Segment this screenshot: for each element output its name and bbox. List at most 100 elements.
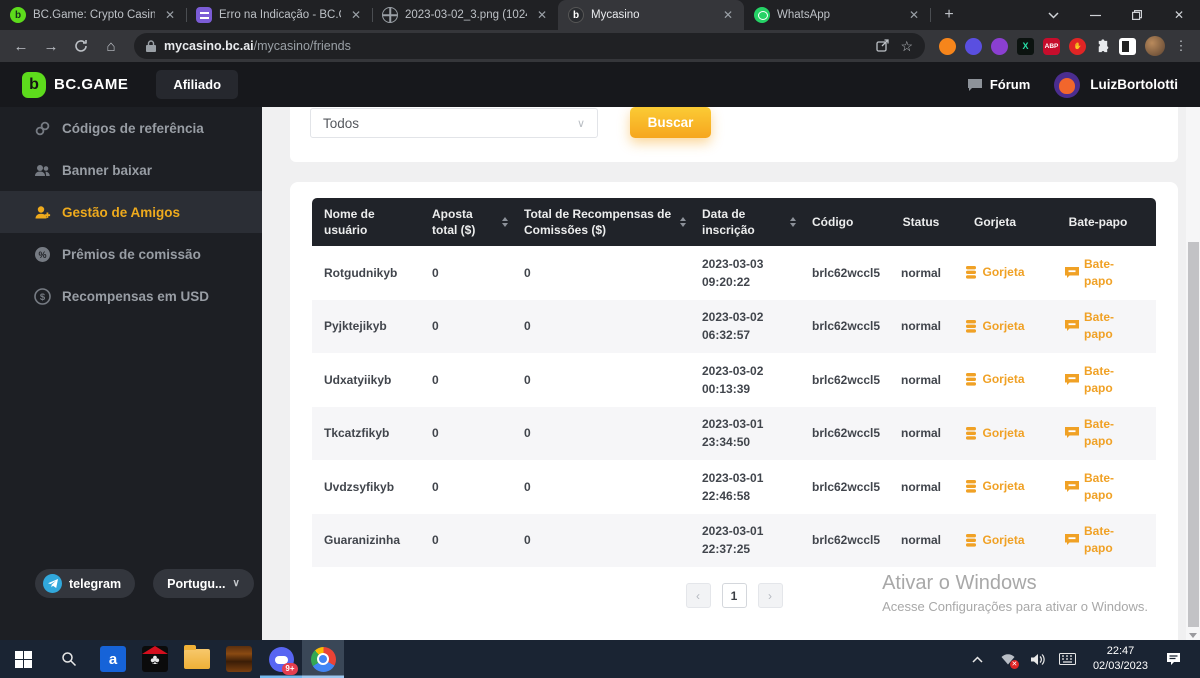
taskbar-file-explorer[interactable] [176,640,218,678]
time: 23:34:50 [702,435,750,449]
taskbar-chrome-app[interactable] [302,640,344,678]
col-bet-total[interactable]: Aposta total ($) [420,198,512,246]
col-signup-date[interactable]: Data de inscrição [690,198,800,246]
bookmark-star-icon[interactable]: ☆ [900,38,913,55]
minimize-button[interactable] [1074,0,1116,30]
tab-close-icon[interactable]: ✕ [720,7,736,23]
tab-image[interactable]: 2023-03-02_3.png (1024×76 ✕ [372,0,558,30]
phantom-wallet-icon[interactable] [965,38,982,55]
chat-link[interactable]: Bate-papo [1065,470,1131,504]
taskbar-wood-game-app[interactable] [218,640,260,678]
chat-link[interactable]: Bate-papo [1065,416,1131,450]
home-icon[interactable]: ⌂ [98,33,124,59]
tab-title: 2023-03-02_3.png (1024×76 [405,9,527,21]
keyboard-icon[interactable] [1055,640,1081,678]
profile-avatar[interactable] [1145,36,1165,56]
site-header: BC.GAME Afiliado Fórum LuizBortolotti [0,62,1200,107]
taskbar-amd-app[interactable]: a [92,640,134,678]
chat-link[interactable]: Bate-papo [1065,309,1131,343]
cell-date: 2023-03-0122:46:58 [690,469,800,505]
col-chat: Bate-papo [1040,198,1156,246]
tab-close-icon[interactable]: ✕ [534,7,550,23]
sidebar-item-banner-baixar[interactable]: Banner baixar [0,149,262,191]
network-error-icon[interactable]: ✕ [995,640,1021,678]
stop-hand-extension-icon[interactable]: ✋ [1069,38,1086,55]
sidebar-item-premios-comissao[interactable]: % Prêmios de comissão [0,233,262,275]
metamask-icon[interactable] [939,38,956,55]
taskbar-search-button[interactable] [46,640,92,678]
current-page[interactable]: 1 [722,583,747,608]
forum-chat-icon [967,78,983,92]
tip-link[interactable]: Gorjeta [965,532,1024,549]
tab-mycasino-active[interactable]: b Mycasino ✕ [558,0,744,30]
back-icon[interactable]: ← [8,33,34,59]
taskbar-clock[interactable]: 22:47 02/03/2023 [1085,644,1156,674]
tip-label: Gorjeta [982,318,1024,335]
tip-link[interactable]: Gorjeta [965,264,1024,281]
tip-link[interactable]: Gorjeta [965,425,1024,442]
telegram-button[interactable]: telegram [35,569,135,598]
wood-game-icon [226,646,252,672]
action-center-icon[interactable] [1160,640,1186,678]
user-name[interactable]: LuizBortolotti [1090,77,1178,92]
users-icon [34,162,51,179]
table-row: Udxatyiikyb 0 0 2023-03-0200:13:39 brlc6… [312,353,1156,407]
tab-close-icon[interactable]: ✕ [348,7,364,23]
date: 2023-03-03 [702,257,763,271]
language-selector[interactable]: Portugu... ∨ [153,569,254,598]
user-avatar[interactable] [1054,72,1080,98]
next-page-button[interactable]: › [758,583,783,608]
sidebar-extension-icon[interactable] [1119,38,1136,55]
chat-link[interactable]: Bate-papo [1065,256,1131,290]
clock-date: 02/03/2023 [1093,659,1148,674]
taskbar-club-game-app[interactable]: ♣ [134,640,176,678]
x-extension-icon[interactable]: X [1017,38,1034,55]
tab-whatsapp[interactable]: WhatsApp ✕ [744,0,930,30]
sidebar-item-codigos-referencia[interactable]: Códigos de referência [0,107,262,149]
search-button[interactable]: Buscar [630,107,711,138]
bcgame-logo[interactable]: BC.GAME [22,72,128,98]
menu-kebab-icon[interactable]: ⋮ [1174,38,1188,54]
volume-icon[interactable] [1025,640,1051,678]
extensions-bar: X ABP ✋ ⋮ [935,36,1192,56]
scrollbar-down-arrow[interactable] [1189,633,1197,638]
extensions-puzzle-icon[interactable] [1095,39,1110,54]
tab-close-icon[interactable]: ✕ [162,7,178,23]
sort-icon[interactable] [790,217,796,227]
page-scrollbar[interactable] [1186,107,1200,640]
tab-erro-indicacao[interactable]: Erro na Indicação - BC.Game ✕ [186,0,372,30]
chat-link[interactable]: Bate-papo [1065,523,1131,557]
new-tab-button[interactable]: + [936,2,962,28]
start-button[interactable] [0,640,46,678]
tip-link[interactable]: Gorjeta [965,371,1024,388]
cell-username: Guaranizinha [312,531,420,549]
sidebar-item-gestao-de-amigos[interactable]: Gestão de Amigos [0,191,262,233]
share-icon[interactable] [876,38,890,52]
table-row: Rotgudnikyb 0 0 2023-03-0309:20:22 brlc6… [312,246,1156,300]
scrollbar-thumb[interactable] [1188,242,1199,627]
sidebar-item-recompensas-usd[interactable]: $ Recompensas em USD [0,275,262,317]
prev-page-button[interactable]: ‹ [686,583,711,608]
taskbar-discord-app[interactable]: 9+ [260,640,302,678]
reload-icon[interactable] [68,33,94,59]
tip-link[interactable]: Gorjeta [965,318,1024,335]
col-commission-total[interactable]: Total de Recompensas de Comissões ($) [512,198,690,246]
tray-expand-chevron-icon[interactable] [965,640,991,678]
adblock-plus-icon[interactable]: ABP [1043,38,1060,55]
cell-status: normal [892,371,950,389]
restore-button[interactable] [1116,0,1158,30]
close-window-button[interactable]: ✕ [1158,0,1200,30]
filter-select[interactable]: Todos ∨ [310,108,598,138]
purple-wallet-icon[interactable] [991,38,1008,55]
chat-link[interactable]: Bate-papo [1065,363,1131,397]
tab-search-chevron-icon[interactable] [1032,0,1074,30]
sort-icon[interactable] [680,217,686,227]
address-bar[interactable]: mycasino.bc.ai/mycasino/friends ☆ [134,33,925,59]
tab-bcgame[interactable]: b BC.Game: Crypto Casino Gam ✕ [0,0,186,30]
affiliate-nav-chip[interactable]: Afiliado [156,70,238,99]
tab-close-icon[interactable]: ✕ [906,7,922,23]
forum-link[interactable]: Fórum [967,77,1030,92]
sort-icon[interactable] [502,217,508,227]
tip-link[interactable]: Gorjeta [965,478,1024,495]
forward-icon[interactable]: → [38,33,64,59]
